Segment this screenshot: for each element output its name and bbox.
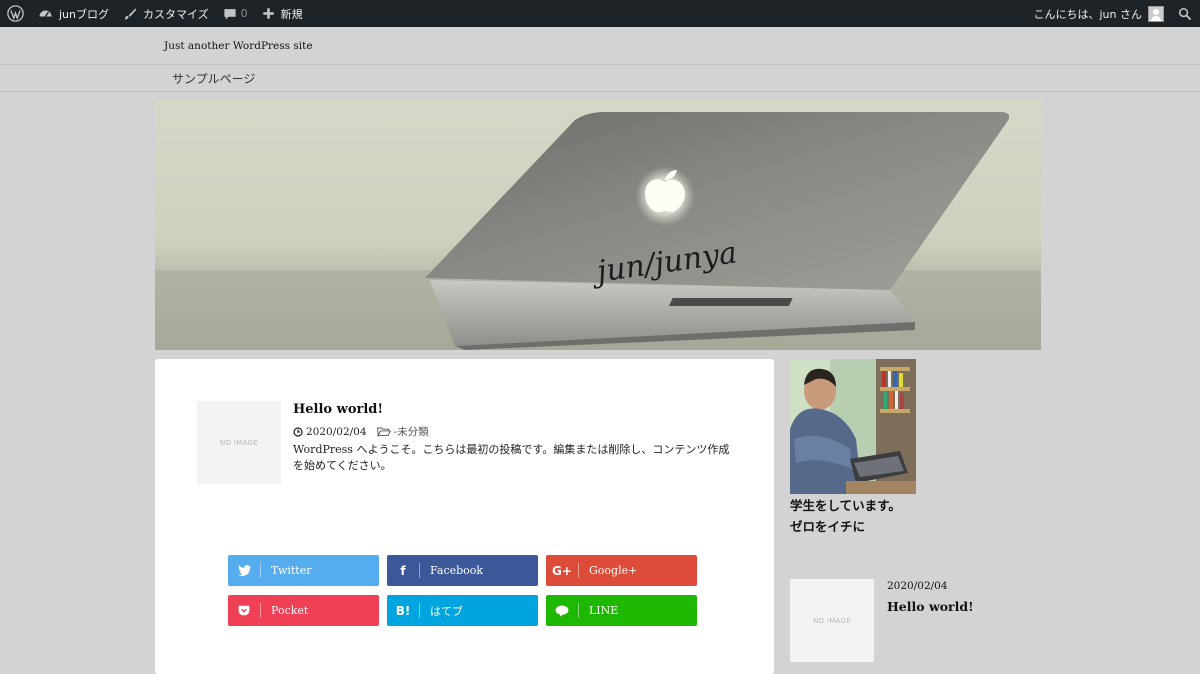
brush-icon — [125, 7, 137, 20]
customize-button[interactable]: カスタマイズ — [116, 0, 216, 27]
share-facebook-label: Facebook — [430, 564, 484, 577]
profile-text-line1: 学生をしています。 — [790, 498, 901, 513]
post-title[interactable]: Hello world! — [293, 402, 383, 417]
share-pocket-button[interactable]: Pocket — [228, 595, 379, 626]
wordpress-icon — [7, 5, 24, 22]
share-pocket-label: Pocket — [271, 604, 309, 617]
new-content-button[interactable]: 新規 — [255, 0, 310, 27]
greeting-text: こんにちは、jun さん — [1033, 7, 1143, 21]
profile-text-line2: ゼロをイチに — [790, 519, 866, 534]
plus-icon — [262, 8, 274, 19]
profile-photo — [790, 359, 916, 494]
folder-icon — [376, 427, 391, 437]
hatena-icon: B! — [395, 603, 411, 618]
customize-label: カスタマイズ — [143, 7, 209, 21]
site-name-label: junブログ — [59, 7, 109, 21]
wordpress-logo-button[interactable] — [0, 0, 31, 27]
facebook-icon: f — [400, 563, 406, 578]
share-twitter-label: Twitter — [271, 564, 312, 577]
comments-button[interactable]: 0 — [216, 0, 255, 27]
post-thumbnail[interactable]: NO IMAGE — [197, 401, 281, 484]
search-button[interactable] — [1171, 0, 1200, 27]
post-excerpt: WordPress へようこそ。こちらは最初の投稿です。編集または削除し、コンテ… — [293, 443, 730, 472]
line-icon — [546, 604, 578, 617]
recent-post-title[interactable]: Hello world! — [887, 599, 974, 614]
header-image: jun/junya — [155, 100, 1041, 350]
new-label: 新規 — [280, 7, 303, 21]
post-date: 2020/02/04 — [306, 425, 367, 438]
divider — [0, 64, 1200, 65]
share-hatena-button[interactable]: B! はてブ — [387, 595, 538, 626]
share-line-button[interactable]: LINE — [546, 595, 697, 626]
pocket-icon — [228, 605, 260, 616]
google-plus-icon: G+ — [552, 563, 572, 578]
nav-item-sample-page[interactable]: サンプルページ — [172, 70, 255, 87]
post-list-card: NO IMAGE Hello world! 2020/02/04 - 未分類 Wo… — [155, 359, 774, 674]
recent-post-thumbnail[interactable]: NO IMAGE — [790, 579, 874, 662]
site-description: Just another WordPress site — [164, 40, 313, 52]
share-google-plus-button[interactable]: G+ Google+ — [546, 555, 697, 586]
share-hatena-label: はてブ — [430, 604, 463, 618]
divider — [0, 91, 1200, 92]
twitter-icon — [228, 565, 260, 576]
clock-icon — [293, 426, 303, 437]
search-icon — [1178, 7, 1192, 20]
admin-bar: junブログ カスタマイズ 0 新規 こんにちは、jun さん — [0, 0, 1200, 27]
dashboard-icon — [39, 10, 52, 17]
post-meta: 2020/02/04 - 未分類 — [293, 424, 429, 439]
my-account-menu[interactable]: こんにちは、jun さん — [1027, 0, 1172, 27]
share-twitter-button[interactable]: Twitter — [228, 555, 379, 586]
site-name-menu[interactable]: junブログ — [31, 0, 116, 27]
share-line-label: LINE — [589, 604, 619, 617]
post-category[interactable]: - 未分類 — [376, 424, 429, 439]
recent-post-date: 2020/02/04 — [887, 580, 948, 592]
post-category-label: 未分類 — [397, 426, 429, 438]
share-google-plus-label: Google+ — [589, 564, 638, 577]
comment-icon — [224, 8, 236, 20]
avatar — [1148, 5, 1164, 22]
comment-count: 0 — [240, 7, 248, 20]
share-facebook-button[interactable]: f Facebook — [387, 555, 538, 586]
